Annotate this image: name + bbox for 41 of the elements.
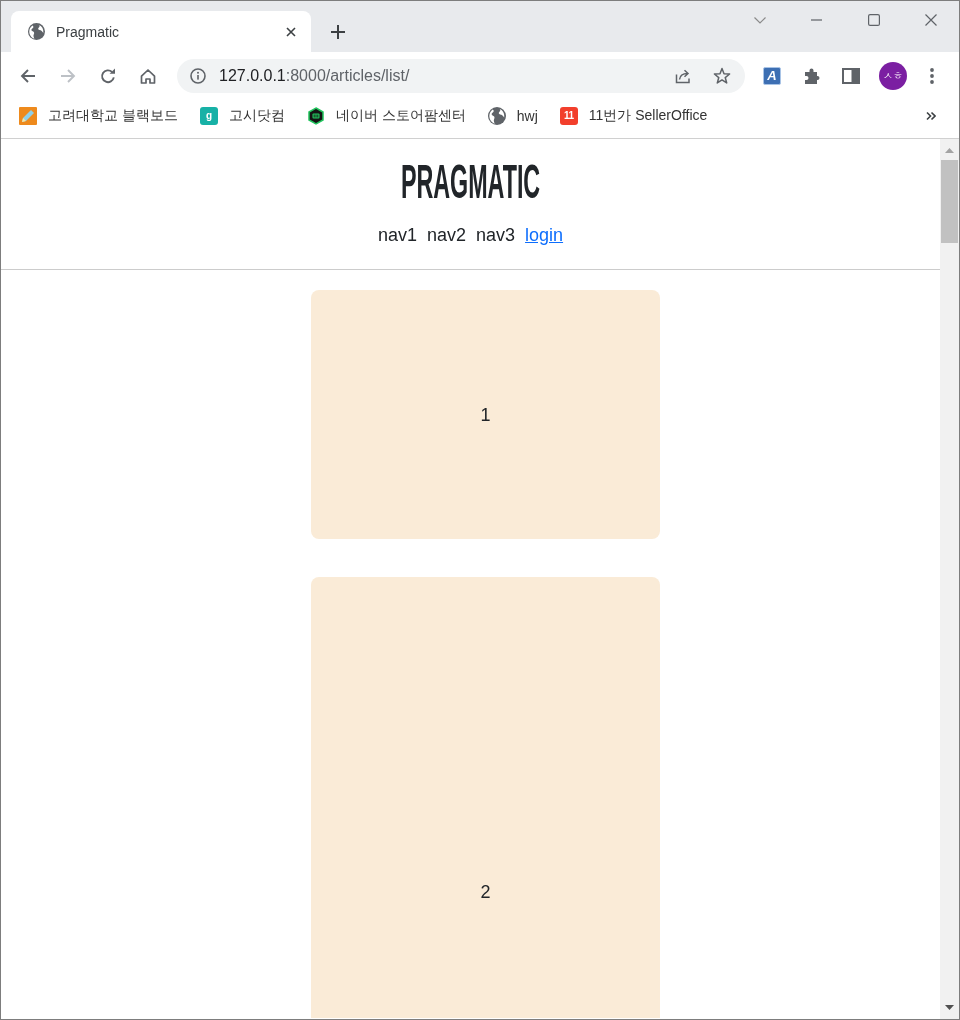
article-card[interactable]: 1 [311,290,660,539]
favicon-tile: g [199,106,218,125]
plus-icon[interactable] [331,25,345,39]
star-icon[interactable] [713,67,731,85]
address-bar[interactable]: 127.0.0.1:8000/articles/list/ [177,59,745,93]
info-icon[interactable] [190,68,206,84]
pencil-icon [19,106,37,125]
side-panel-icon[interactable] [842,67,860,85]
scrollbar-thumb[interactable] [941,160,958,243]
reload-icon[interactable] [100,68,116,84]
hexagon-icon [306,106,325,125]
maximize-icon[interactable] [867,14,880,26]
puzzle-icon[interactable] [803,67,820,85]
nav-item[interactable]: nav1 [377,223,417,247]
nav-item[interactable]: nav2 [426,223,466,247]
bookmark-item[interactable]: 11 11번가 SellerOffice [559,106,708,125]
close-icon[interactable] [286,26,296,37]
nav-link[interactable]: login [525,223,564,247]
extension-button[interactable]: A [763,67,781,85]
home-icon[interactable] [140,68,156,84]
globe-icon [28,23,45,40]
double-chevron-icon[interactable] [926,110,936,121]
bookmark-item[interactable]: g 고시닷컴 [199,106,285,125]
back-arrow-icon[interactable] [20,68,36,84]
article-number: 2 [480,881,491,904]
close-icon[interactable] [924,14,937,26]
profile-avatar[interactable]: ㅅㅎ [879,62,907,90]
scroll-down-arrow-icon[interactable] [945,1005,954,1010]
share-icon[interactable] [674,67,692,85]
brand-title: PRAGMATIC [400,158,541,206]
article-card[interactable]: 2 [311,577,660,1018]
bookmark-item[interactable]: 네이버 스토어팜센터 [306,106,466,125]
chevron-down-icon[interactable] [753,16,766,24]
browser-tab[interactable]: Pragmatic [11,11,311,52]
bookmark-item[interactable]: hwj [487,106,538,125]
nav-item[interactable]: nav3 [476,223,516,247]
article-number: 1 [480,403,491,427]
globe-icon [487,106,506,125]
favicon-tile: 11 [559,106,578,125]
bookmark-item[interactable]: 고려대학교 블랙보드 [19,106,178,125]
menu-icon[interactable] [930,68,934,84]
